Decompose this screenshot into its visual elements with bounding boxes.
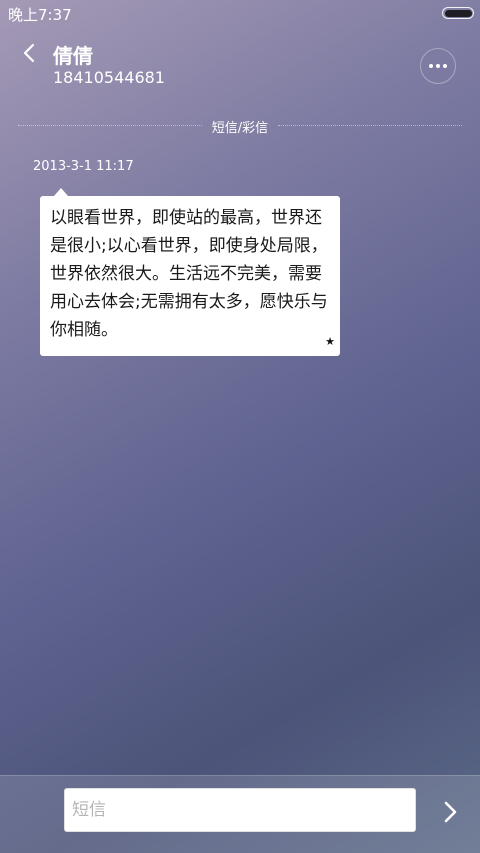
back-button[interactable] [14,38,44,68]
message-timestamp: 2013-3-1 11:17 [33,159,134,174]
message-bubble[interactable]: 以眼看世界，即使站的最高，世界还是很小;以心看世界，即使身处局限，世界依然很大。… [40,196,340,356]
more-dots-icon [429,64,447,68]
status-bar: 晚上7:37 [0,0,480,28]
message-type-divider: 短信/彩信 [18,117,462,136]
contact-name: 倩倩 [53,44,93,68]
chevron-right-icon [444,801,457,823]
battery-icon [442,7,474,19]
send-button[interactable] [434,796,466,828]
star-icon: ★ [325,335,335,348]
divider-line-left [18,125,202,126]
sms-input[interactable] [64,788,416,832]
contact-number: 18410544681 [53,68,165,87]
status-time: 晚上7:37 [8,6,72,24]
divider-line-right [278,125,462,126]
battery-fill [444,9,472,17]
conversation-header: 倩倩 18410544681 [0,28,480,100]
message-type-label: 短信/彩信 [211,121,269,136]
more-options-button[interactable] [420,48,456,84]
composer-bar [0,775,480,853]
message-text: 以眼看世界，即使站的最高，世界还是很小;以心看世界，即使身处局限，世界依然很大。… [50,208,328,340]
chevron-left-icon [23,43,35,63]
bubble-tail [54,188,68,196]
